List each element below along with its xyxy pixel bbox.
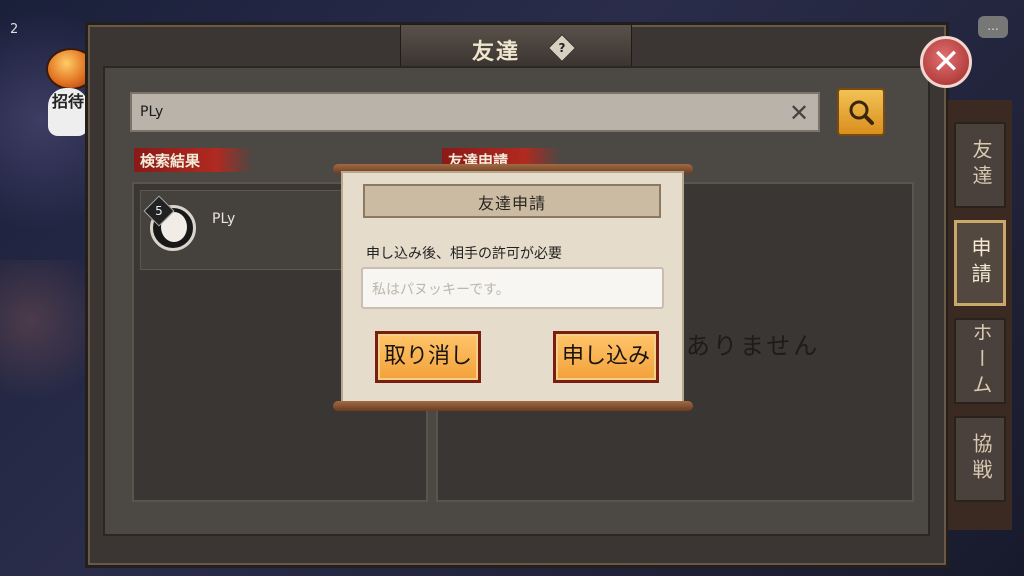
invite-count-badge: 2	[10, 22, 19, 37]
close-icon: ✕	[931, 42, 961, 82]
level-value: 5	[155, 204, 163, 218]
dialog-title: 友達申請	[477, 194, 546, 213]
search-results-tag: 検索結果	[134, 148, 252, 172]
player-name: PLy	[212, 211, 236, 227]
empty-requests-text: ありません	[686, 332, 821, 360]
scroll-rod-bottom	[333, 401, 693, 411]
background-glow-lower	[0, 260, 90, 420]
tab-coop[interactable]: 協戦	[954, 416, 1006, 502]
clear-icon[interactable]: ✕	[788, 101, 810, 125]
page-title: 友達	[472, 40, 521, 65]
tab-requests[interactable]: 申請	[954, 220, 1006, 306]
search-input-value[interactable]: PLy	[140, 104, 163, 120]
search-input[interactable]	[130, 92, 820, 132]
chat-icon[interactable]: ...	[978, 16, 1008, 38]
dialog-description: 申し込み後、相手の許可が必要	[366, 246, 562, 262]
tab-home[interactable]: ホーム	[954, 318, 1006, 404]
search-button[interactable]	[837, 88, 885, 136]
cancel-button[interactable]: 取り消し	[375, 331, 481, 383]
help-glyph: ?	[558, 41, 566, 55]
apply-button[interactable]: 申し込み	[553, 331, 659, 383]
search-icon	[849, 100, 874, 125]
invite-button[interactable]: 招待	[48, 88, 88, 136]
message-input-placeholder[interactable]: 私はパヌッキーです。	[372, 279, 510, 299]
tab-friends[interactable]: 友達	[954, 122, 1006, 208]
close-button[interactable]: ✕	[920, 36, 972, 88]
